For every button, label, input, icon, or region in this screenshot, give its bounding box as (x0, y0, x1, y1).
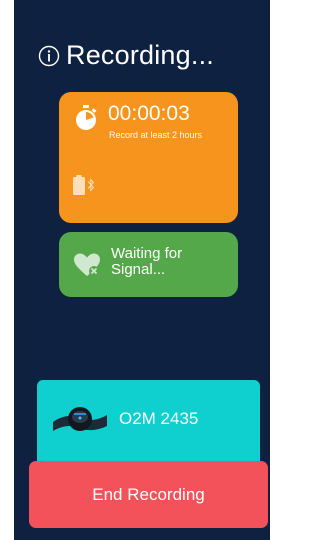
recording-screen: Recording... 00:00:03 Record at least 2 … (14, 0, 270, 540)
heart-x-icon (74, 253, 100, 276)
page-title: Recording... (66, 40, 214, 70)
end-recording-button[interactable]: End Recording (29, 461, 268, 528)
bluetooth-icon (87, 178, 95, 192)
signal-status: Waiting for Signal... (111, 245, 183, 278)
device-name: O2M 2435 (119, 409, 199, 428)
wrist-device-icon (53, 407, 107, 431)
elapsed-time: 00:00:03 (108, 102, 190, 125)
stopwatch-icon (76, 105, 97, 130)
timer-card: 00:00:03 Record at least 2 hours (59, 92, 238, 223)
signal-card: Waiting for Signal... (59, 232, 238, 297)
device-card[interactable]: O2M 2435 (37, 380, 260, 470)
recording-hint: Record at least 2 hours (109, 130, 203, 140)
battery-icon (73, 175, 85, 195)
header: Recording... (38, 40, 214, 71)
info-icon[interactable] (38, 45, 60, 67)
